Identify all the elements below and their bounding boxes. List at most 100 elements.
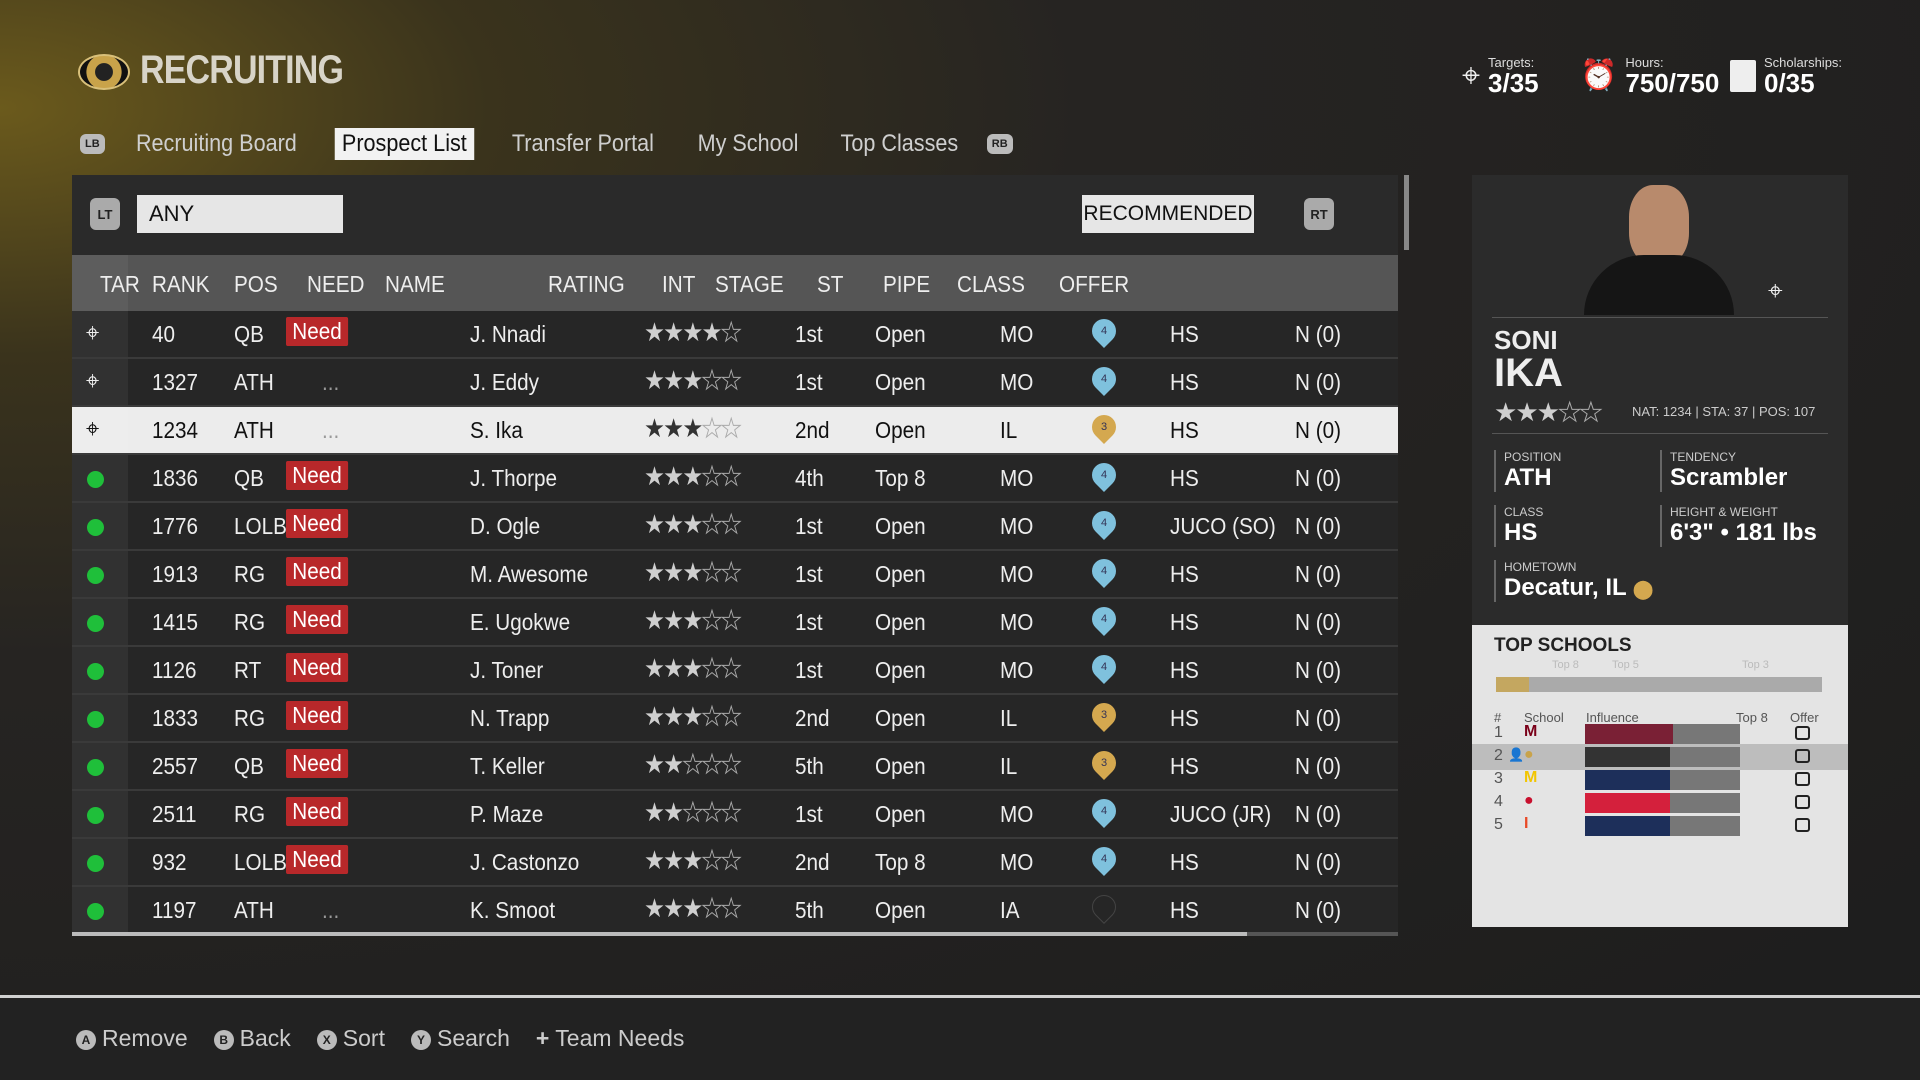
column-header-class[interactable]: CLASS — [957, 271, 1025, 298]
star-filled-icon: ★ — [663, 509, 684, 539]
star-empty-icon: ★ — [720, 365, 742, 396]
column-header-need[interactable]: NEED — [307, 271, 365, 298]
hometown-label: HOMETOWN — [1504, 560, 1577, 574]
class-cell: HS — [1170, 705, 1199, 731]
hint-back[interactable]: B Back — [213, 1025, 291, 1052]
column-header-st[interactable]: ST — [817, 271, 843, 298]
hint-search[interactable]: Y Search — [410, 1025, 510, 1052]
lt-button-icon[interactable]: LT — [90, 198, 120, 230]
offer-checkbox[interactable] — [1795, 772, 1810, 786]
prospect-row[interactable]: 1776 LOLB Need D. Ogle ★★★★★ 1st Open MO 4 JUCO (… — [72, 503, 1398, 551]
class-value: HS — [1504, 519, 1538, 546]
tab-top-classes[interactable]: Top Classes — [833, 128, 965, 160]
prospect-row[interactable]: 1126 RT Need J. Toner ★★★★★ 1st Open MO 4 HS N (0) — [72, 647, 1398, 695]
b-button-icon: B — [213, 1030, 234, 1050]
target-crosshair-icon[interactable]: ⌖ — [86, 413, 99, 445]
star-filled-icon: ★ — [682, 413, 703, 443]
rank-cell: 1126 — [152, 657, 197, 683]
position-filter[interactable]: ANY — [137, 195, 343, 233]
star-empty-icon: ★ — [701, 701, 723, 732]
offer-checkbox[interactable] — [1795, 726, 1810, 740]
user-icon: 👤 — [1508, 747, 1525, 762]
rt-button-icon[interactable]: RT — [1304, 198, 1334, 230]
prospect-row[interactable]: 2511 RG Need P. Maze ★★★★★ 1st Open MO 4 JUCO (JR… — [72, 791, 1398, 839]
school-logo-icon: M — [1524, 769, 1538, 786]
column-header-name[interactable]: NAME — [385, 271, 445, 298]
hint-label: Search — [436, 1025, 510, 1051]
column-header-stage[interactable]: STAGE — [715, 271, 784, 298]
rank-cell: 1234 — [152, 417, 199, 443]
star-filled-icon: ★ — [663, 749, 684, 779]
name-cell: J. Castonzo — [470, 849, 580, 875]
need-badge: Need — [286, 509, 349, 538]
lb-button-icon[interactable]: LB — [80, 134, 105, 154]
column-header-offer[interactable]: OFFER — [1059, 271, 1129, 298]
prospect-row[interactable]: 1833 RG Need N. Trapp ★★★★★ 2nd Open IL 3 HS N (0) — [72, 695, 1398, 743]
tab-my-school[interactable]: My School — [690, 128, 805, 160]
offer-cell: N (0) — [1295, 417, 1342, 443]
column-header-rating[interactable]: RATING — [548, 271, 625, 298]
int-cell: 2nd — [795, 417, 830, 443]
state-cell: IL — [1000, 705, 1018, 731]
status-dot-icon — [87, 663, 104, 680]
school-row[interactable]: 5 I — [1472, 813, 1848, 839]
column-header-rank[interactable]: RANK — [152, 271, 210, 298]
prospect-row[interactable]: ⌖ 1327 ATH... J. Eddy ★★★★★ 1st Open MO 4 HS N (0) — [72, 359, 1398, 407]
horizontal-scroll-thumb[interactable] — [72, 932, 1247, 936]
int-cell: 2nd — [795, 849, 830, 875]
target-crosshair-icon[interactable]: ⌖ — [86, 317, 99, 349]
offer-cell: N (0) — [1295, 849, 1342, 875]
class-cell: HS — [1170, 465, 1199, 491]
prospect-row[interactable]: 2557 QB Need T. Keller ★★★★★ 5th Open IL 3 HS N (0… — [72, 743, 1398, 791]
prospect-row[interactable]: ⌖ 40 QB Need J. Nnadi ★★★★★ 1st Open MO 4 HS N (0) — [72, 311, 1398, 359]
star-empty-icon: ★ — [701, 557, 723, 588]
offer-checkbox[interactable] — [1795, 795, 1810, 809]
tab-recruiting-board[interactable]: Recruiting Board — [128, 128, 303, 160]
name-cell: J. Toner — [470, 657, 544, 683]
target-crosshair-icon[interactable]: ⌖ — [86, 365, 99, 397]
button-hints: A Remove B Back X Sort Y Search + Team Needs — [76, 1025, 684, 1052]
star-rating: ★★★★★ — [644, 365, 742, 396]
prospect-row[interactable]: 1415 RG Need E. Ugokwe ★★★★★ 1st Open MO 4 HS N (0… — [72, 599, 1398, 647]
rank-cell: 1197 — [152, 897, 197, 923]
hint-sort[interactable]: X Sort — [316, 1025, 385, 1052]
status-dot-icon — [87, 903, 104, 920]
star-filled-icon: ★ — [644, 605, 665, 635]
tab-prospect-list[interactable]: Prospect List — [335, 128, 475, 160]
prospect-row[interactable]: ⌖ 1234 ATH... S. Ika ★★★★★ 2nd Open IL 3 HS N (0) — [72, 407, 1398, 455]
pos-cell: RG — [234, 801, 266, 827]
stage-cell: Open — [875, 513, 926, 539]
star-filled-icon: ★ — [644, 365, 665, 395]
offer-checkbox[interactable] — [1795, 818, 1810, 832]
status-dot-icon — [87, 855, 104, 872]
pos-cell: QB — [234, 465, 264, 491]
sort-dropdown[interactable]: RECOMMENDED — [1082, 195, 1254, 233]
column-header-pos[interactable]: POS — [234, 271, 278, 298]
star-filled-icon: ★ — [1515, 397, 1538, 427]
class-cell: HS — [1170, 657, 1199, 683]
dpad-icon: + — [535, 1025, 550, 1051]
int-cell: 5th — [795, 753, 824, 779]
school-logo-icon: I — [1524, 815, 1529, 832]
alarm-clock-icon: ⏰ — [1580, 59, 1618, 92]
class-cell: HS — [1170, 849, 1199, 875]
stage-cell: Open — [875, 753, 926, 779]
tab-transfer-portal[interactable]: Transfer Portal — [505, 128, 661, 160]
column-header-tar[interactable]: TAR — [100, 271, 140, 298]
class-cell: JUCO (SO) — [1170, 513, 1276, 539]
rb-button-icon[interactable]: RB — [986, 134, 1013, 154]
vertical-scrollbar[interactable] — [1404, 175, 1409, 250]
star-filled-icon: ★ — [663, 317, 684, 347]
int-cell: 1st — [795, 321, 823, 347]
hint-team-needs[interactable]: + Team Needs — [536, 1025, 685, 1052]
hint-remove[interactable]: A Remove — [76, 1025, 188, 1052]
prospect-row[interactable]: 932 LOLB Need J. Castonzo ★★★★★ 2nd Top 8 MO 4 HS… — [72, 839, 1398, 887]
pipeline-value: 4 — [1100, 661, 1108, 673]
column-header-pipe[interactable]: PIPE — [883, 271, 930, 298]
prospect-row[interactable]: 1836 QB Need J. Thorpe ★★★★★ 4th Top 8 MO 4 HS N (… — [72, 455, 1398, 503]
column-header-int[interactable]: INT — [662, 271, 695, 298]
prospect-row[interactable]: 1197 ATH... K. Smoot ★★★★★ 5th Open IA HS N (0) — [72, 887, 1398, 935]
offer-checkbox[interactable] — [1795, 749, 1810, 763]
prospect-row[interactable]: 1913 RG Need M. Awesome ★★★★★ 1st Open MO 4 HS N (… — [72, 551, 1398, 599]
target-crosshair-icon[interactable]: ⌖ — [1768, 275, 1783, 307]
